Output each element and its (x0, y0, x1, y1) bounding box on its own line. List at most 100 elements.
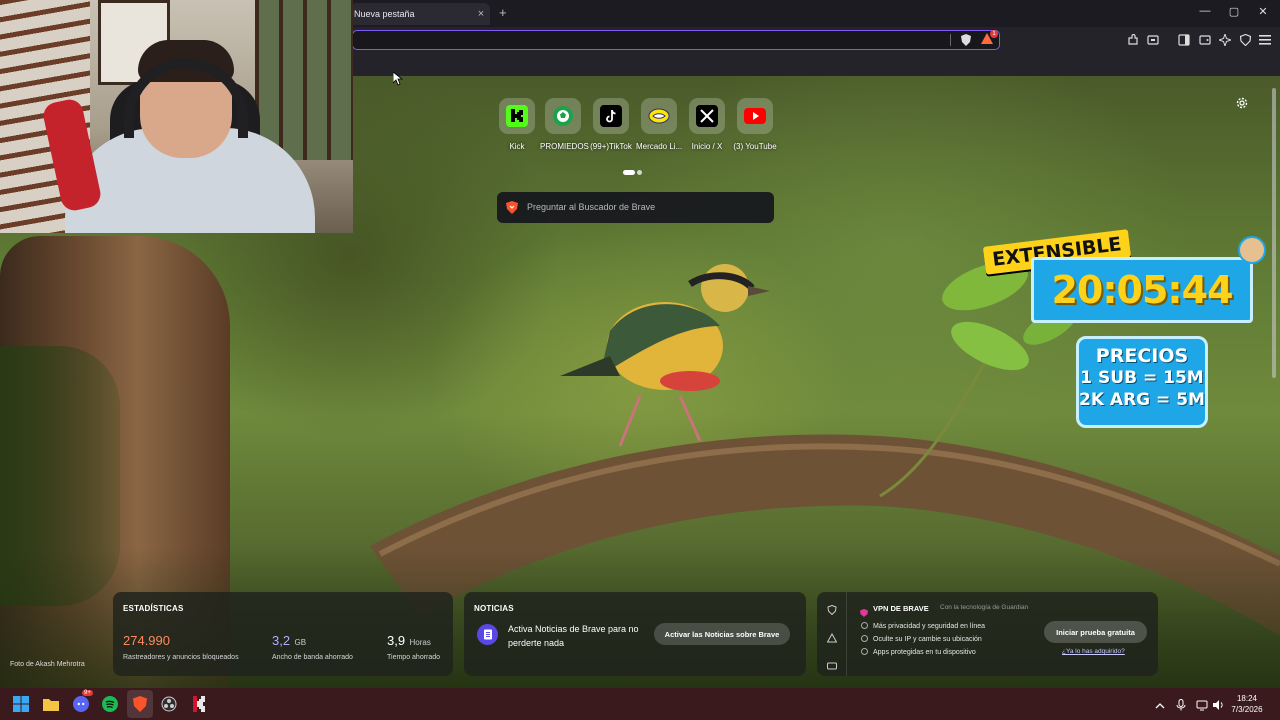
brave-icon[interactable] (131, 695, 149, 713)
quick-link-kick[interactable]: Kick (494, 98, 540, 151)
soccer-ball-icon (545, 98, 581, 134)
news-icon (477, 624, 498, 645)
page-dot[interactable] (637, 170, 642, 176)
search-box[interactable]: Preguntar al Buscador de Brave (497, 192, 774, 223)
vpn-icon[interactable] (1237, 32, 1253, 48)
discord-badge: 9+ (82, 690, 93, 696)
tab-new-tab[interactable]: Nueva pestaña × (350, 3, 490, 25)
gear-icon[interactable] (1235, 96, 1249, 110)
address-bar[interactable]: 1 (352, 30, 1000, 50)
time-value: 3,9 (387, 633, 406, 648)
tab-close-icon[interactable]: × (472, 8, 490, 20)
time-unit: Horas (409, 638, 431, 647)
obs-icon[interactable] (160, 695, 178, 713)
scrollbar[interactable] (1272, 88, 1276, 378)
start-trial-button[interactable]: Iniciar prueba gratuita (1044, 621, 1147, 643)
kick-app-icon[interactable] (190, 695, 208, 713)
vpn-feature-text: Apps protegidas en tu dispositivo (873, 649, 976, 656)
top-sites: Kick PROMIEDOS (99+)TikTok Mercado Li...… (494, 98, 784, 158)
check-circle-icon (861, 622, 868, 629)
discord-icon[interactable]: 9+ (72, 690, 93, 713)
brave-rewards-icon[interactable]: 1 (980, 30, 998, 48)
vpn-feature-text: Oculte su IP y cambie su ubicación (873, 636, 982, 643)
trackers-value: 274.990 (123, 633, 170, 648)
stat-bandwidth: 3,2 GB Ancho de banda ahorrado (272, 632, 353, 661)
quick-link-label: Inicio / X (691, 142, 723, 151)
clock-date: 7/3/2026 (1231, 705, 1263, 714)
tab-search-icon[interactable] (1145, 32, 1161, 48)
vpn-feature-text: Más privacidad y seguridad en línea (873, 623, 986, 630)
minimize-button[interactable]: — (1193, 5, 1217, 17)
bandwidth-unit: GB (294, 638, 307, 647)
widget-switcher (817, 592, 847, 676)
quick-link-promiedos[interactable]: PROMIEDOS (540, 98, 589, 151)
top-sites-pagination[interactable] (623, 164, 644, 182)
chevron-up-icon[interactable] (1155, 698, 1167, 710)
photo-credit: Foto de Akash Mehrotra (10, 661, 85, 668)
wallet-icon[interactable] (1197, 32, 1213, 48)
news-promo-text: Activa Noticias de Brave para no perdert… (508, 624, 639, 648)
quick-link-tiktok[interactable]: (99+)TikTok (588, 98, 634, 151)
clock-time: 18:24 (1236, 694, 1258, 703)
microphone-icon[interactable] (1176, 698, 1188, 711)
spotify-icon[interactable] (101, 695, 119, 713)
vpn-feature: Oculte su IP y cambie su ubicación (861, 635, 982, 643)
quick-link-label: Mercado Li... (636, 142, 683, 151)
vpn-shield-icon[interactable] (827, 602, 837, 616)
prices-line: 1 SUB = 15M (1080, 368, 1204, 388)
brave-search-icon (506, 201, 518, 214)
windows-start-icon[interactable] (12, 695, 30, 713)
vpn-powered-by: Con la tecnología de Guardian (940, 604, 1029, 611)
news-title: NOTICIAS (474, 604, 514, 613)
tiktok-icon (593, 98, 629, 134)
vpn-feature: Apps protegidas en tu dispositivo (861, 648, 976, 656)
extensions-icon[interactable] (1125, 32, 1141, 48)
prices-title: PRECIOS (1095, 345, 1189, 367)
vpn-badge-icon (860, 604, 868, 617)
menu-icon[interactable] (1257, 32, 1273, 48)
vpn-feature: Más privacidad y seguridad en línea (861, 622, 985, 630)
check-circle-icon (861, 635, 868, 642)
quick-link-youtube[interactable]: (3) YouTube (732, 98, 778, 151)
quick-link-label: PROMIEDOS (540, 142, 589, 151)
stat-time: 3,9 Horas Tiempo ahorrado (387, 632, 440, 661)
rewards-badge: 1 (990, 30, 998, 38)
subathon-overlay: EXTENSIBLE 20:05:44 PRECIOS 1 SUB = 15M … (980, 229, 1266, 432)
close-window-button[interactable]: ✕ (1251, 5, 1275, 18)
x-icon (689, 98, 725, 134)
taskbar: 9+ 18:24 7/3/2026 (0, 688, 1280, 720)
brave-shields-icon[interactable] (959, 33, 973, 47)
sidebar-icon[interactable] (1176, 32, 1192, 48)
stats-widget: ESTADÍSTICAS 274.990 Rastreadores y anun… (113, 592, 453, 676)
time-label: Tiempo ahorrado (387, 654, 441, 661)
youtube-icon (737, 98, 773, 134)
check-circle-icon (861, 648, 868, 655)
maximize-button[interactable]: ▢ (1222, 5, 1246, 18)
kick-icon (499, 98, 535, 134)
address-input[interactable] (357, 33, 947, 47)
vpn-widget: VPN DE BRAVE Con la tecnología de Guardi… (817, 592, 1158, 676)
new-tab-button[interactable]: + (499, 5, 507, 20)
mouse-cursor-icon (393, 72, 403, 86)
quick-link-label: (99+)TikTok (590, 142, 632, 151)
leo-ai-icon[interactable] (1217, 32, 1233, 48)
bandwidth-label: Ancho de banda ahorrado (272, 654, 353, 661)
system-clock[interactable]: 18:24 7/3/2026 (1228, 693, 1266, 715)
already-purchased-link[interactable]: ¿Ya lo has adquirido? (1062, 648, 1125, 655)
network-icon[interactable] (1196, 698, 1208, 711)
prices-panel: PRECIOS 1 SUB = 15M 2K ARG = 5M (1076, 336, 1208, 428)
webcam-window (255, 0, 353, 160)
enable-news-button[interactable]: Activar las Noticias sobre Brave (654, 623, 790, 645)
talk-video-icon[interactable] (827, 658, 837, 670)
news-widget: NOTICIAS Activa Noticias de Brave para n… (464, 592, 806, 676)
tab-title: Nueva pestaña (354, 9, 415, 19)
rewards-triangle-icon[interactable] (826, 630, 838, 643)
mercadolibre-icon (641, 98, 677, 134)
file-explorer-icon[interactable] (42, 695, 60, 713)
webcam-overlay (0, 0, 353, 233)
quick-link-mercadolibre[interactable]: Mercado Li... (636, 98, 682, 151)
quick-link-x[interactable]: Inicio / X (684, 98, 730, 151)
page-dot-active[interactable] (623, 170, 635, 176)
volume-icon[interactable] (1212, 698, 1224, 710)
vpn-title: VPN DE BRAVE (873, 604, 929, 613)
